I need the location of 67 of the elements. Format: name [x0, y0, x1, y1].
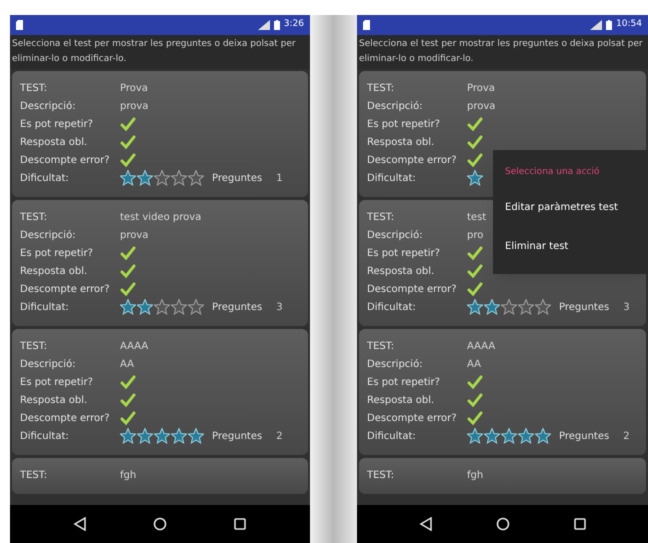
field-label: TEST: — [20, 340, 48, 354]
field-label: Resposta obl. — [367, 264, 436, 278]
field-label: Dificultat: — [367, 430, 417, 444]
field-value: AA — [467, 358, 481, 372]
field-label: Resposta obl. — [367, 394, 436, 408]
field-value: test — [467, 210, 486, 224]
instructions-text: Selecciona el test per mostrar les preguntes o deixa polsat per eliminar-lo o modificar-lo. — [357, 35, 648, 69]
field-label: Es pot repetir? — [20, 246, 94, 260]
field-label: Dificultat: — [20, 300, 70, 314]
field-value: AA — [120, 358, 134, 372]
questions-label: Preguntes — [212, 430, 262, 444]
field-label: Resposta obl. — [367, 136, 436, 150]
field-label: Descompte error? — [367, 412, 458, 426]
field-label: Descompte error? — [367, 282, 458, 296]
field-label: TEST: — [20, 468, 48, 482]
field-label: TEST: — [367, 340, 396, 354]
field-label: Descripció: — [367, 358, 424, 372]
field-value: Prova — [467, 82, 495, 96]
field-label: Es pot repetir? — [367, 246, 441, 260]
status-time: 10:54 — [616, 18, 642, 32]
field-label: Es pot repetir? — [20, 376, 94, 390]
field-label: TEST: — [367, 82, 396, 96]
questions-label: Preguntes — [559, 430, 610, 444]
field-label: Dificultat: — [20, 430, 70, 444]
status-time: 3:26 — [284, 18, 304, 32]
field-label: Descripció: — [20, 100, 77, 114]
field-value: prova — [120, 100, 148, 114]
field-label: Descripció: — [367, 228, 424, 242]
questions-label: Preguntes — [212, 300, 262, 314]
field-label: TEST: — [367, 468, 396, 482]
field-label: Dificultat: — [20, 172, 70, 186]
questions-label: Preguntes — [559, 300, 610, 314]
field-label: Descompte error? — [20, 412, 111, 426]
questions-label: Preguntes — [212, 172, 262, 186]
field-value: test video prova — [120, 210, 202, 224]
field-label: Es pot repetir? — [20, 118, 94, 132]
questions-count: 2 — [276, 430, 283, 444]
field-label: Descompte error? — [20, 154, 111, 168]
field-label: Descripció: — [20, 358, 77, 372]
field-value: Prova — [120, 82, 148, 96]
field-label: Es pot repetir? — [367, 376, 441, 390]
questions-count: 2 — [623, 430, 630, 444]
field-value: prova — [120, 228, 148, 242]
field-label: TEST: — [20, 210, 48, 224]
field-value: AAAA — [467, 340, 496, 354]
field-label: Descompte error? — [20, 282, 111, 296]
field-label: Resposta obl. — [20, 394, 88, 408]
field-label: Resposta obl. — [20, 136, 88, 150]
field-value: AAAA — [120, 340, 148, 354]
field-label: Resposta obl. — [20, 264, 88, 278]
instructions-text: Selecciona el test per mostrar les preguntes o deixa polsat per eliminar-lo o modificar-lo. — [10, 35, 310, 69]
field-label: Es pot repetir? — [367, 118, 441, 132]
field-value: fgh — [467, 468, 484, 482]
field-label: Descripció: — [20, 228, 77, 242]
field-label: Dificultat: — [367, 172, 417, 186]
field-value: prova — [467, 100, 496, 114]
menu-title: Selecciona una acció — [504, 166, 600, 179]
field-label: Descompte error? — [367, 154, 458, 168]
questions-count: 3 — [623, 300, 630, 314]
field-value: fgh — [120, 468, 136, 482]
field-label: TEST: — [367, 210, 396, 224]
field-value: pro — [467, 228, 484, 242]
field-label: Descripció: — [367, 100, 424, 114]
questions-count: 3 — [276, 300, 283, 314]
questions-count: 1 — [276, 172, 283, 186]
field-label: Dificultat: — [367, 300, 417, 314]
field-label: TEST: — [20, 82, 48, 96]
